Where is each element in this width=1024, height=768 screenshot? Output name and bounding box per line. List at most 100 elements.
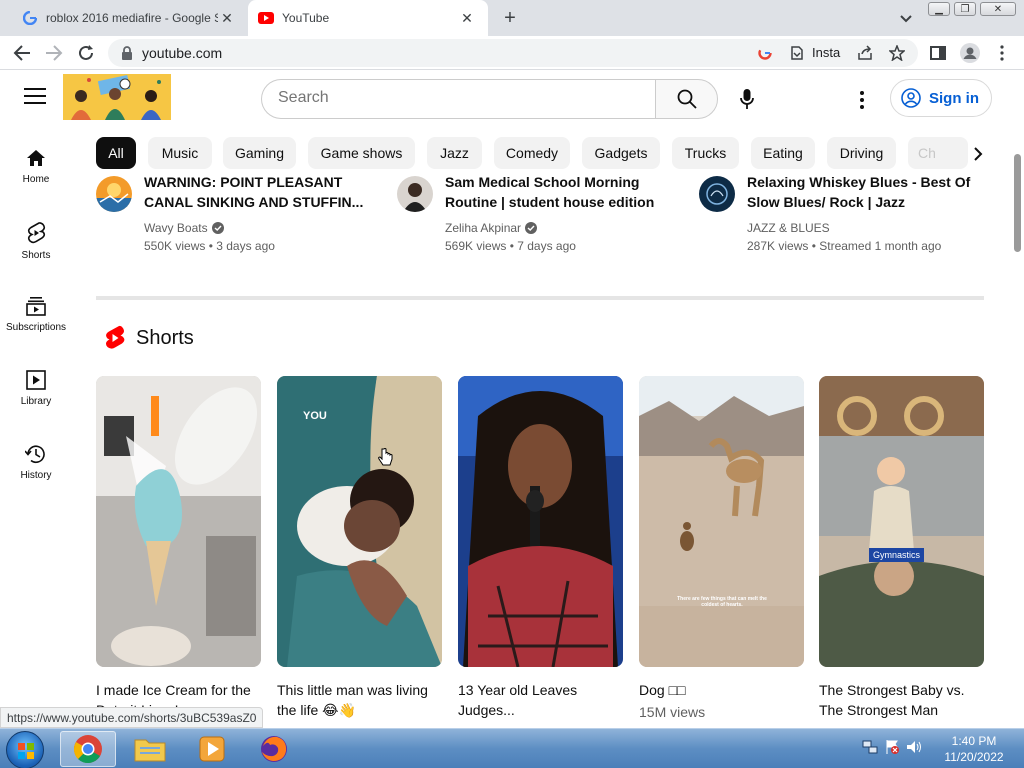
history-icon [25,445,45,464]
search-box[interactable] [261,79,656,119]
video-card[interactable]: Relaxing Whiskey Blues - Best Of Slow Blu… [699,172,989,262]
insta-extension-label[interactable]: Insta [812,45,840,60]
tab-youtube[interactable]: YouTube ✕ [248,0,488,36]
tab-title: YouTube [282,11,330,25]
chip-gadgets[interactable]: Gadgets [582,137,660,169]
minimize-button[interactable]: ▁ [928,2,950,16]
short-thumbnail[interactable]: Gymnastics [819,376,984,667]
download-extension-icon[interactable] [788,44,806,62]
channel-avatar[interactable] [96,176,132,212]
tab-google-search[interactable]: roblox 2016 mediafire - Google S ✕ [8,0,248,36]
video-card[interactable]: WARNING: POINT PLEASANT CANAL SINKING AND… [96,172,386,262]
short-title[interactable]: 13 Year old Leaves Judges... [458,680,623,720]
chip-comedy[interactable]: Comedy [494,137,570,169]
reload-button[interactable] [74,41,98,65]
chip-gaming[interactable]: Gaming [223,137,296,169]
sidebar-item-library[interactable]: Library [0,360,72,434]
sign-in-button[interactable]: Sign in [890,79,992,117]
url-text[interactable]: youtube.com [142,45,222,61]
taskbar-media-player[interactable] [184,731,240,767]
bookmark-star-icon[interactable] [888,44,906,62]
short-thumbnail[interactable] [458,376,623,667]
search-button[interactable] [655,79,718,119]
video-metadata: 550K views • 3 days ago [144,239,275,253]
chip-eating[interactable]: Eating [751,137,815,169]
short-card[interactable]: Gymnastics The Strongest Baby vs. The St… [819,376,984,720]
video-title[interactable]: Sam Medical School Morning Routine | stud… [445,172,685,212]
search-input[interactable] [278,89,638,107]
channel-avatar[interactable] [397,176,433,212]
volume-icon[interactable] [906,739,922,755]
close-tab-icon[interactable]: ✕ [218,9,236,27]
chip-all[interactable]: All [96,137,136,169]
share-icon[interactable] [856,44,874,62]
sidebar-item-shorts[interactable]: Shorts [0,212,72,286]
clock-time: 1:40 PM [951,734,997,748]
taskbar-firefox[interactable] [246,731,302,767]
short-overlay-text: There are few things that can melt the c… [677,596,767,608]
page-scrollbar[interactable] [1012,126,1024,728]
close-tab-icon[interactable]: ✕ [458,9,476,27]
side-panel-icon[interactable] [926,41,950,65]
channel-name[interactable]: Wavy Boats [144,221,224,235]
short-card[interactable]: There are few things that can melt the c… [639,376,804,720]
chip-music[interactable]: Music [148,137,212,169]
taskbar-clock[interactable]: 1:40 PM 11/20/2022 [944,733,1004,765]
short-card[interactable]: YOU This little man was living the life … [277,376,442,720]
taskbar-explorer[interactable] [122,731,178,767]
channel-name[interactable]: Zeliha Akpinar [445,221,538,235]
link-status-bubble: https://www.youtube.com/shorts/3uBC539as… [0,707,264,728]
short-card[interactable]: I made Ice Cream for the Detroit Lions! [96,376,261,720]
channel-name[interactable]: JAZZ & BLUES [747,221,830,235]
short-title[interactable]: This little man was living the life 😂👋 [277,680,442,720]
tab-search-chevron-icon[interactable] [896,8,916,28]
microphone-icon [740,89,754,109]
chip-trucks[interactable]: Trucks [672,137,739,169]
short-overlay-text: Gymnastics [869,548,925,562]
new-tab-button[interactable]: + [498,6,522,30]
start-button[interactable] [6,731,44,768]
sidebar-item-subscriptions[interactable]: Subscriptions [0,286,72,360]
profile-avatar-icon[interactable] [958,41,982,65]
short-title[interactable]: The Strongest Baby vs. The Strongest Man [819,680,984,720]
subscriptions-icon [26,297,46,316]
google-lens-icon[interactable] [756,44,774,62]
video-card[interactable]: Sam Medical School Morning Routine | stud… [397,172,687,262]
sidebar-item-home[interactable]: Home [0,138,72,212]
video-title[interactable]: Relaxing Whiskey Blues - Best Of Slow Blu… [747,172,987,212]
sidebar-item-label: Home [22,174,50,185]
short-card[interactable]: 13 Year old Leaves Judges... [458,376,623,720]
channel-avatar[interactable] [699,176,735,212]
browser-menu-icon[interactable] [990,41,1014,65]
short-thumbnail[interactable]: There are few things that can melt the c… [639,376,804,667]
settings-menu-icon[interactable] [850,88,874,112]
chip-driving[interactable]: Driving [827,137,896,169]
voice-search-button[interactable] [727,79,767,119]
close-window-button[interactable]: ✕ [980,2,1016,16]
chip-next-chevron-icon[interactable] [966,142,990,166]
reload-icon [79,45,93,60]
youtube-icon [258,10,274,26]
short-thumbnail[interactable]: YOU [277,376,442,667]
youtube-header: Sign in [0,70,1024,126]
sidebar-item-label: Subscriptions [5,322,67,333]
shorts-icon [27,222,46,244]
action-center-flag-icon[interactable] [884,739,900,755]
sidebar-item-history[interactable]: History [0,434,72,508]
forward-button[interactable] [42,41,66,65]
scrollbar-thumb[interactable] [1014,154,1021,252]
short-thumbnail[interactable] [96,376,261,667]
windows-logo-icon [18,743,34,759]
omnibox[interactable]: youtube.com Insta [108,39,918,67]
lock-icon[interactable] [120,45,136,61]
guide-menu-icon[interactable] [24,88,46,106]
youtube-doodle-logo[interactable] [63,74,171,120]
chip-partial[interactable]: Ch [908,137,968,169]
maximize-button[interactable]: ❐ [954,2,976,16]
network-icon[interactable] [862,739,878,755]
chip-jazz[interactable]: Jazz [427,137,482,169]
video-title[interactable]: WARNING: POINT PLEASANT CANAL SINKING AND… [144,172,384,212]
taskbar-chrome[interactable] [60,731,116,767]
chip-game-shows[interactable]: Game shows [308,137,415,169]
back-button[interactable] [10,41,34,65]
